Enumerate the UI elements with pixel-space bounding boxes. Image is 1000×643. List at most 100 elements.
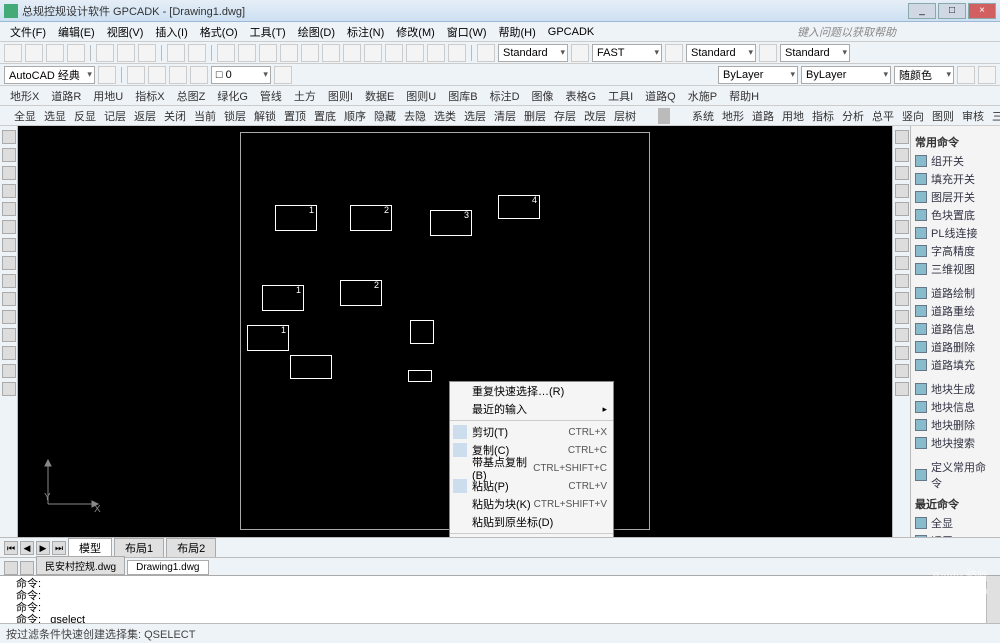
domain-op[interactable]: 系统: [688, 108, 718, 124]
side-item[interactable]: 返层: [915, 532, 996, 537]
undo-icon[interactable]: [167, 44, 185, 62]
new-icon[interactable]: [4, 44, 22, 62]
tablestyle-combo[interactable]: Standard: [686, 44, 756, 62]
drawing-rect[interactable]: 2: [340, 280, 382, 306]
side-item[interactable]: 道路绘制: [915, 284, 996, 302]
layer-op[interactable]: 存层: [550, 108, 580, 124]
layer-op[interactable]: 删层: [520, 108, 550, 124]
ctx-item[interactable]: 粘贴到原坐标(D): [450, 513, 613, 531]
tool-icon[interactable]: [2, 382, 16, 396]
layer-op[interactable]: 层树: [610, 108, 640, 124]
domain-tab[interactable]: 土方: [288, 88, 322, 104]
arc-icon[interactable]: [2, 184, 16, 198]
tab-first-icon[interactable]: ⏮: [4, 541, 18, 555]
layer-op[interactable]: 返层: [130, 108, 160, 124]
layer-op[interactable]: 选层: [460, 108, 490, 124]
explode-icon[interactable]: [895, 346, 909, 360]
tool-icon[interactable]: [895, 382, 909, 396]
layer-op[interactable]: 置顶: [280, 108, 310, 124]
domain-tab[interactable]: 总图Z: [171, 88, 212, 104]
print-icon[interactable]: [67, 44, 85, 62]
dim-icon[interactable]: [571, 44, 589, 62]
ftab-prev-icon[interactable]: [4, 561, 18, 575]
layer-op[interactable]: 解锁: [250, 108, 280, 124]
menu-draw[interactable]: 绘图(D): [292, 24, 341, 40]
tool-icon[interactable]: [274, 66, 292, 84]
text-icon[interactable]: [2, 274, 16, 288]
side-item[interactable]: 色块置底: [915, 206, 996, 224]
domain-tab[interactable]: 管线: [254, 88, 288, 104]
drawing-rect[interactable]: [290, 355, 332, 379]
domain-tab[interactable]: 地形X: [4, 88, 45, 104]
menu-gpcadk[interactable]: GPCADK: [542, 26, 600, 38]
dimstyle-combo[interactable]: FAST: [592, 44, 662, 62]
layer-op[interactable]: 选显: [40, 108, 70, 124]
tab-model[interactable]: 模型: [68, 538, 112, 557]
save-icon[interactable]: [46, 44, 64, 62]
tool-icon[interactable]: [98, 66, 116, 84]
ctx-item[interactable]: 粘贴(P)CTRL+V: [450, 477, 613, 495]
side-item[interactable]: 全显: [915, 514, 996, 532]
tool-icon[interactable]: [190, 66, 208, 84]
textstyle-combo[interactable]: Standard: [498, 44, 568, 62]
minimize-button[interactable]: _: [908, 3, 936, 19]
paste-icon[interactable]: [138, 44, 156, 62]
mlstyle-combo[interactable]: Standard: [780, 44, 850, 62]
layer-op[interactable]: 选类: [430, 108, 460, 124]
help-hint[interactable]: 键入问题以获取帮助: [791, 24, 996, 40]
tool-icon[interactable]: [2, 346, 16, 360]
tab-last-icon[interactable]: ⏭: [52, 541, 66, 555]
tab-next-icon[interactable]: ▶: [36, 541, 50, 555]
tool-icon[interactable]: [364, 44, 382, 62]
domain-op[interactable]: 三维场地: [988, 108, 1000, 124]
ctx-item[interactable]: 放弃(U) 快速选择: [450, 536, 613, 537]
workspace-combo[interactable]: AutoCAD 经典: [4, 66, 95, 84]
spline-icon[interactable]: [2, 238, 16, 252]
layer-op[interactable]: 当前: [190, 108, 220, 124]
layer-op[interactable]: 置底: [310, 108, 340, 124]
side-item[interactable]: 道路填充: [915, 356, 996, 374]
copy-icon[interactable]: [895, 148, 909, 162]
domain-tab[interactable]: 帮助H: [723, 88, 765, 104]
tool-icon[interactable]: [2, 364, 16, 378]
domain-op[interactable]: 分析: [838, 108, 868, 124]
trim-icon[interactable]: [895, 274, 909, 288]
side-item[interactable]: 道路重绘: [915, 302, 996, 320]
tool-icon[interactable]: [448, 44, 466, 62]
domain-op[interactable]: 道路: [748, 108, 778, 124]
chamfer-icon[interactable]: [895, 328, 909, 342]
domain-tab[interactable]: 数据E: [359, 88, 400, 104]
tab-layout2[interactable]: 布局2: [166, 538, 216, 557]
menu-modify[interactable]: 修改(M): [390, 24, 441, 40]
domain-tab[interactable]: 用地U: [87, 88, 129, 104]
fillet-icon[interactable]: [895, 310, 909, 324]
layer-op[interactable]: 反显: [70, 108, 100, 124]
extend-icon[interactable]: [895, 292, 909, 306]
domain-tab[interactable]: 工具I: [602, 88, 639, 104]
domain-tab[interactable]: 绿化G: [211, 88, 254, 104]
domain-op[interactable]: 地形: [718, 108, 748, 124]
side-item[interactable]: 组开关: [915, 152, 996, 170]
ml-icon[interactable]: [759, 44, 777, 62]
block-icon[interactable]: [2, 292, 16, 306]
domain-tab[interactable]: 标注D: [484, 88, 526, 104]
fill-combo[interactable]: 随颜色: [894, 66, 954, 84]
domain-op[interactable]: 审核: [958, 108, 988, 124]
move-icon[interactable]: [895, 220, 909, 234]
drawing-rect[interactable]: 1: [262, 285, 304, 311]
tool-icon[interactable]: [301, 44, 319, 62]
ftab-next-icon[interactable]: [20, 561, 34, 575]
ctx-item[interactable]: 剪切(T)CTRL+X: [450, 423, 613, 441]
drawing-rect[interactable]: [408, 370, 432, 382]
side-item[interactable]: PL线连接: [915, 224, 996, 242]
zoom-icon[interactable]: [217, 44, 235, 62]
ctx-item[interactable]: 重复快速选择…(R): [450, 382, 613, 400]
tool-icon[interactable]: [148, 66, 166, 84]
circle-icon[interactable]: [2, 166, 16, 180]
domain-tab[interactable]: 图库B: [442, 88, 483, 104]
ctx-item[interactable]: 最近的输入: [450, 400, 613, 418]
domain-tab[interactable]: 道路R: [45, 88, 87, 104]
text-icon[interactable]: [477, 44, 495, 62]
domain-op[interactable]: 指标: [808, 108, 838, 124]
ellipse-icon[interactable]: [2, 220, 16, 234]
